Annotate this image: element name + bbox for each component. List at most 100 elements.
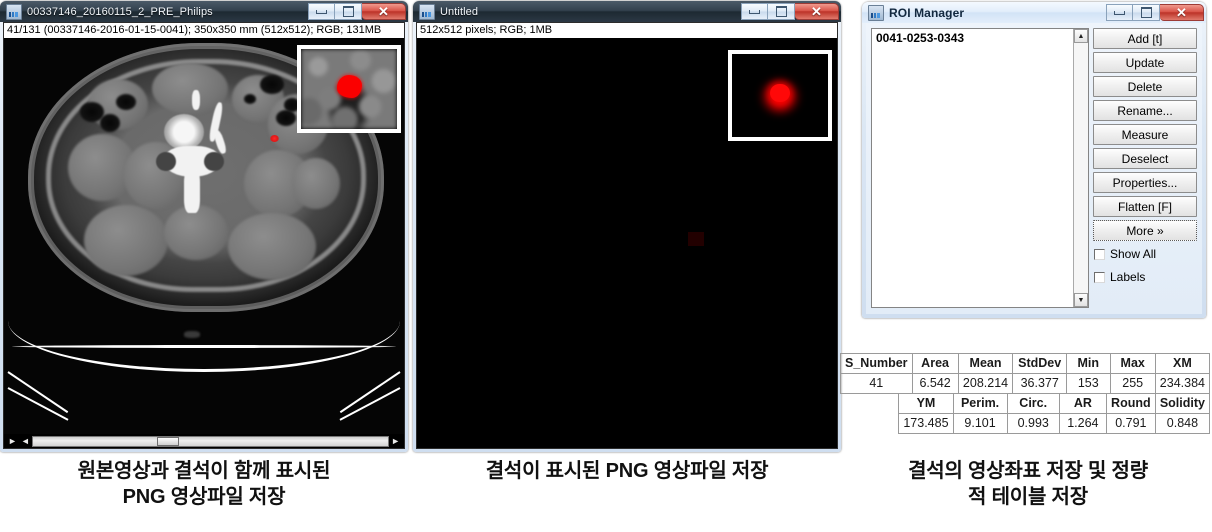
scroll-left-icon[interactable]: ◄ [21, 437, 30, 446]
cell-perim: 9.101 [952, 413, 1008, 434]
show-all-checkbox-row[interactable]: Show All [1093, 244, 1197, 264]
results-table-bottom: YM Perim. Circ. AR Round Solidity 173.48… [840, 393, 1211, 434]
add-roi-button[interactable]: Add [t] [1093, 28, 1197, 49]
roi-marker-main [270, 134, 279, 142]
col-header-s-number: S_Number [840, 353, 913, 374]
png-window-controls: ✕ [741, 3, 839, 20]
more-roi-button[interactable]: More » [1093, 220, 1197, 241]
caption-right-line2: 적 테이블 저장 [968, 486, 1088, 508]
caption-left-line1: 원본영상과 결석이 함께 표시된 [77, 460, 331, 482]
magnified-roi-inset [297, 45, 401, 133]
cell-max: 255 [1109, 373, 1156, 394]
maximize-button[interactable] [768, 3, 795, 20]
scroll-right-icon[interactable]: ► [391, 437, 400, 446]
caption-center: 결석이 표시된 PNG 영상파일 저장 [413, 458, 841, 484]
roi-list[interactable]: 0041-0253-0343 [872, 29, 1073, 307]
ct-window-titlebar[interactable]: 00337146_20160115_2_PRE_Philips ✕ [0, 1, 408, 22]
col-header-perim: Perim. [952, 393, 1008, 414]
roi-manager-titlebar[interactable]: ROI Manager ✕ [862, 2, 1206, 23]
ct-image-window[interactable]: 00337146_20160115_2_PRE_Philips ✕ 41/131… [0, 1, 408, 452]
col-header-xm: XM [1154, 353, 1211, 374]
cell-stddev: 36.377 [1012, 373, 1067, 394]
png-window-titlebar[interactable]: Untitled ✕ [413, 1, 841, 22]
scrollbar-track[interactable] [31, 436, 390, 447]
roi-manager-window[interactable]: ROI Manager ✕ 0041-0253-0343 ▲ ▼ Add [t]… [862, 2, 1206, 318]
col-header-min: Min [1065, 353, 1111, 374]
roi-list-item[interactable]: 0041-0253-0343 [874, 31, 1073, 45]
show-all-label: Show All [1110, 247, 1157, 261]
maximize-button[interactable] [335, 3, 362, 20]
play-icon[interactable]: ► [8, 437, 17, 446]
scrollbar-track[interactable] [1074, 43, 1088, 293]
roi-list-scrollbar[interactable]: ▲ ▼ [1073, 29, 1088, 307]
rename-roi-button[interactable]: Rename... [1093, 100, 1197, 121]
results-table-top: S_Number Area Mean StdDev Min Max XM 41 … [840, 353, 1211, 394]
ct-image-canvas[interactable] [4, 39, 404, 434]
spacer-cell [840, 394, 899, 414]
magnified-roi-inset [728, 50, 832, 141]
spacer-cell [840, 414, 899, 434]
labels-checkbox-row[interactable]: Labels [1093, 267, 1197, 287]
png-image-info: 512x512 pixels; RGB; 1MB [417, 23, 837, 39]
cell-circ: 0.993 [1006, 413, 1060, 434]
scroll-up-icon[interactable]: ▲ [1074, 29, 1088, 43]
minimize-button[interactable] [308, 3, 335, 20]
table-row: 41 6.542 208.214 36.377 153 255 234.384 [840, 373, 1211, 394]
png-image-canvas[interactable] [417, 39, 837, 448]
close-icon: ✕ [811, 4, 822, 19]
close-button[interactable]: ✕ [1160, 4, 1204, 21]
cell-ar: 1.264 [1058, 413, 1107, 434]
cell-s-number: 41 [840, 373, 913, 394]
ct-image-info: 41/131 (00337146-2016-01-15-0041); 350x3… [4, 23, 404, 39]
measure-roi-button[interactable]: Measure [1093, 124, 1197, 145]
properties-roi-button[interactable]: Properties... [1093, 172, 1197, 193]
roi-marker-halo [687, 232, 704, 247]
scrollbar-thumb[interactable] [157, 437, 180, 446]
col-header-solidity: Solidity [1154, 393, 1211, 414]
close-button[interactable]: ✕ [362, 3, 406, 20]
ct-slice-scrollbar[interactable]: ► ◄ ► [4, 434, 404, 448]
cell-xm: 234.384 [1154, 373, 1211, 394]
close-button[interactable]: ✕ [795, 3, 839, 20]
col-header-round: Round [1105, 393, 1156, 414]
ct-window-controls: ✕ [308, 3, 406, 20]
table-row: 173.485 9.101 0.993 1.264 0.791 0.848 [840, 413, 1211, 434]
caption-left-line2: PNG 영상파일 저장 [122, 486, 286, 508]
col-header-circ: Circ. [1006, 393, 1060, 414]
deselect-roi-button[interactable]: Deselect [1093, 148, 1197, 169]
delete-roi-button[interactable]: Delete [1093, 76, 1197, 97]
col-header-max: Max [1109, 353, 1156, 374]
imagej-icon [6, 3, 22, 20]
roi-button-column: Add [t] Update Delete Rename... Measure … [1093, 28, 1197, 308]
cell-solidity: 0.848 [1154, 413, 1211, 434]
show-all-checkbox[interactable] [1094, 248, 1105, 260]
ct-window-body: 41/131 (00337146-2016-01-15-0041); 350x3… [3, 22, 405, 449]
caption-left: 원본영상과 결석이 함께 표시된 PNG 영상파일 저장 [0, 458, 408, 510]
cell-ym: 173.485 [898, 413, 954, 434]
close-icon: ✕ [378, 4, 389, 19]
close-icon: ✕ [1176, 5, 1187, 20]
ct-window-title: 00337146_20160115_2_PRE_Philips [27, 5, 213, 18]
labels-checkbox[interactable] [1094, 271, 1105, 283]
imagej-icon [419, 3, 435, 20]
minimize-button[interactable] [1106, 4, 1133, 21]
imagej-icon [868, 4, 884, 21]
update-roi-button[interactable]: Update [1093, 52, 1197, 73]
roi-list-container[interactable]: 0041-0253-0343 ▲ ▼ [871, 28, 1089, 308]
caption-right: 결석의 영상좌표 저장 및 정량 적 테이블 저장 [845, 458, 1211, 510]
flatten-roi-button[interactable]: Flatten [F] [1093, 196, 1197, 217]
png-image-window[interactable]: Untitled ✕ 512x512 pixels; RGB; 1MB [413, 1, 841, 452]
cell-round: 0.791 [1105, 413, 1156, 434]
cell-area: 6.542 [911, 373, 959, 394]
png-window-title: Untitled [440, 5, 479, 18]
roi-manager-controls: ✕ [1106, 4, 1204, 21]
col-header-ar: AR [1058, 393, 1107, 414]
scroll-down-icon[interactable]: ▼ [1074, 293, 1088, 307]
results-table: S_Number Area Mean StdDev Min Max XM 41 … [840, 353, 1211, 434]
roi-manager-title: ROI Manager [889, 5, 965, 20]
maximize-button[interactable] [1133, 4, 1160, 21]
col-header-stddev: StdDev [1012, 353, 1067, 374]
table-header-row-1: S_Number Area Mean StdDev Min Max XM [840, 353, 1211, 374]
minimize-button[interactable] [741, 3, 768, 20]
col-header-area: Area [911, 353, 959, 374]
